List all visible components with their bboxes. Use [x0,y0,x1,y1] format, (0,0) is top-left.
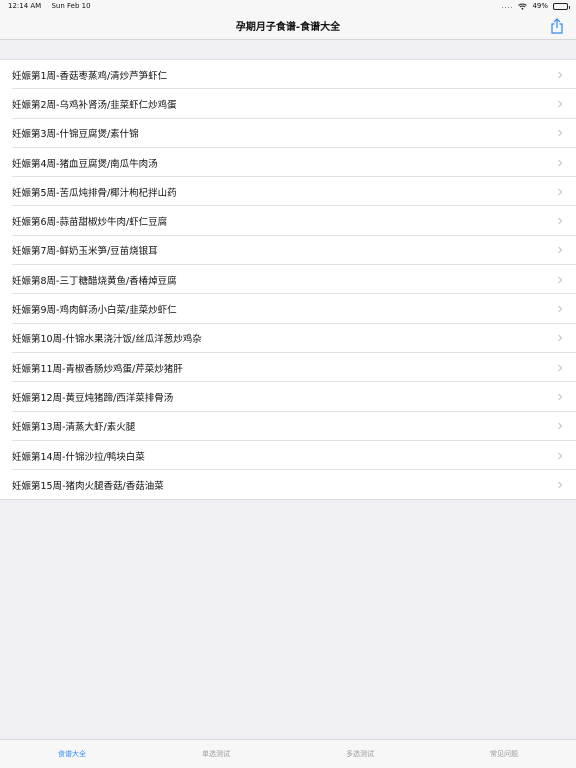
chevron-right-icon [558,481,563,489]
status-right: .... 49% [501,2,570,10]
list-item[interactable]: 妊娠第12周-黄豆炖猪蹄/西洋菜排骨汤 [0,382,576,412]
list-item[interactable]: 妊娠第8周-三丁糖醋烧黄鱼/香椿焯豆腐 [0,265,576,295]
chevron-right-icon [558,276,563,284]
list-item[interactable]: 妊娠第15周-猪肉火腿香菇/香菇油菜 [0,470,576,499]
chevron-right-icon [558,247,563,254]
tab-bar: 食谱大全 单选测试 多选测试 常见问题 [0,739,576,768]
chevron-right-icon [558,334,563,342]
tab-label: 单选测试 [202,750,230,758]
chevron-right-icon [558,71,563,79]
tab-label: 多选测试 [346,750,374,758]
list-item[interactable]: 妊娠第3周-什锦豆腐煲/素什锦 [0,119,576,149]
list-item[interactable]: 妊娠第6周-蒜苗甜椒炒牛肉/虾仁豆腐 [0,206,576,237]
wifi-icon [518,3,528,10]
list-item[interactable]: 妊娠第13周-清蒸大虾/素火腿 [0,412,576,442]
list-item-label: 妊娠第8周-三丁糖醋烧黄鱼/香椿焯豆腐 [12,275,177,287]
list-item-label: 妊娠第1周-香菇枣蒸鸡/清炒芦笋虾仁 [12,70,168,82]
chevron-right-icon [558,305,563,313]
list-item[interactable]: 妊娠第9周-鸡肉鲜汤小白菜/韭菜炒虾仁 [0,294,576,324]
list-item-label: 妊娠第4周-猪血豆腐煲/南瓜牛肉汤 [12,158,158,170]
navigation-bar: 孕期月子食谱-食谱大全 [0,12,576,40]
recipe-list: 妊娠第1周-香菇枣蒸鸡/清炒芦笋虾仁 妊娠第2周-乌鸡补肾汤/韭菜虾仁炒鸡蛋 妊娠第… [0,59,576,501]
chevron-right-icon [558,217,563,225]
list-item[interactable]: 妊娠第10周-什锦水果浇汁饭/丝瓜洋葱炒鸡杂 [0,324,576,354]
tab-4[interactable]: 常见问题 [432,740,576,768]
status-left: 12:14 AM Sun Feb 10 [8,2,91,10]
chevron-right-icon [558,159,563,166]
list-item-label: 妊娠第6周-蒜苗甜椒炒牛肉/虾仁豆腐 [12,217,168,229]
chevron-right-icon [558,100,563,108]
tab-2[interactable]: 单选测试 [144,740,288,768]
chevron-right-icon [558,452,563,459]
tab-label: 常见问题 [490,750,518,758]
list-item-label: 妊娠第3周-什锦豆腐煲/素什锦 [12,129,139,141]
list-item-label: 妊娠第5周-苦瓜炖排骨/椰汁枸杞拌山药 [12,187,177,199]
chevron-right-icon [558,393,563,401]
tab-label: 食谱大全 [58,750,86,758]
list-item-label: 妊娠第7周-鲜奶玉米笋/豆苗烧银耳 [12,246,158,258]
list-item[interactable]: 妊娠第2周-乌鸡补肾汤/韭菜虾仁炒鸡蛋 [0,89,576,119]
list-item[interactable]: 妊娠第1周-香菇枣蒸鸡/清炒芦笋虾仁 [0,60,576,90]
status-time: 12:14 AM [8,2,42,10]
chevron-right-icon [558,422,563,430]
signal-icon: .... [501,2,514,10]
list-item-label: 妊娠第2周-乌鸡补肾汤/韭菜虾仁炒鸡蛋 [12,99,177,111]
list-item-label: 妊娠第9周-鸡肉鲜汤小白菜/韭菜炒虾仁 [12,305,177,317]
battery-icon [553,2,570,10]
battery-percent: 49% [532,2,548,10]
status-bar: 12:14 AM Sun Feb 10 .... 49% [0,0,576,12]
chevron-right-icon [558,364,563,371]
status-date: Sun Feb 10 [51,2,91,10]
share-button[interactable] [548,17,566,35]
list-item[interactable]: 妊娠第11周-青椒香肠炒鸡蛋/芹菜炒猪肝 [0,353,576,383]
chevron-right-icon [558,129,563,137]
list-item[interactable]: 妊娠第7周-鲜奶玉米笋/豆苗烧银耳 [0,236,576,266]
tab-1[interactable]: 食谱大全 [0,740,144,768]
chevron-right-icon [558,188,563,196]
list-item-label: 妊娠第11周-青椒香肠炒鸡蛋/芹菜炒猪肝 [12,363,183,375]
list-item-label: 妊娠第12周-黄豆炖猪蹄/西洋菜排骨汤 [12,392,174,404]
list-item-label: 妊娠第15周-猪肉火腿香菇/香菇油菜 [12,480,164,492]
list-item[interactable]: 妊娠第4周-猪血豆腐煲/南瓜牛肉汤 [0,148,576,178]
list-item-label: 妊娠第13周-清蒸大虾/素火腿 [12,422,136,434]
list-item-label: 妊娠第10周-什锦水果浇汁饭/丝瓜洋葱炒鸡杂 [12,334,202,346]
list-item[interactable]: 妊娠第14周-什锦沙拉/鸭块白菜 [0,441,576,471]
list-item[interactable]: 妊娠第5周-苦瓜炖排骨/椰汁枸杞拌山药 [0,177,576,207]
list-item-label: 妊娠第14周-什锦沙拉/鸭块白菜 [12,451,145,463]
page-title: 孕期月子食谱-食谱大全 [235,22,341,33]
share-icon [551,18,563,34]
tab-3[interactable]: 多选测试 [288,740,432,768]
